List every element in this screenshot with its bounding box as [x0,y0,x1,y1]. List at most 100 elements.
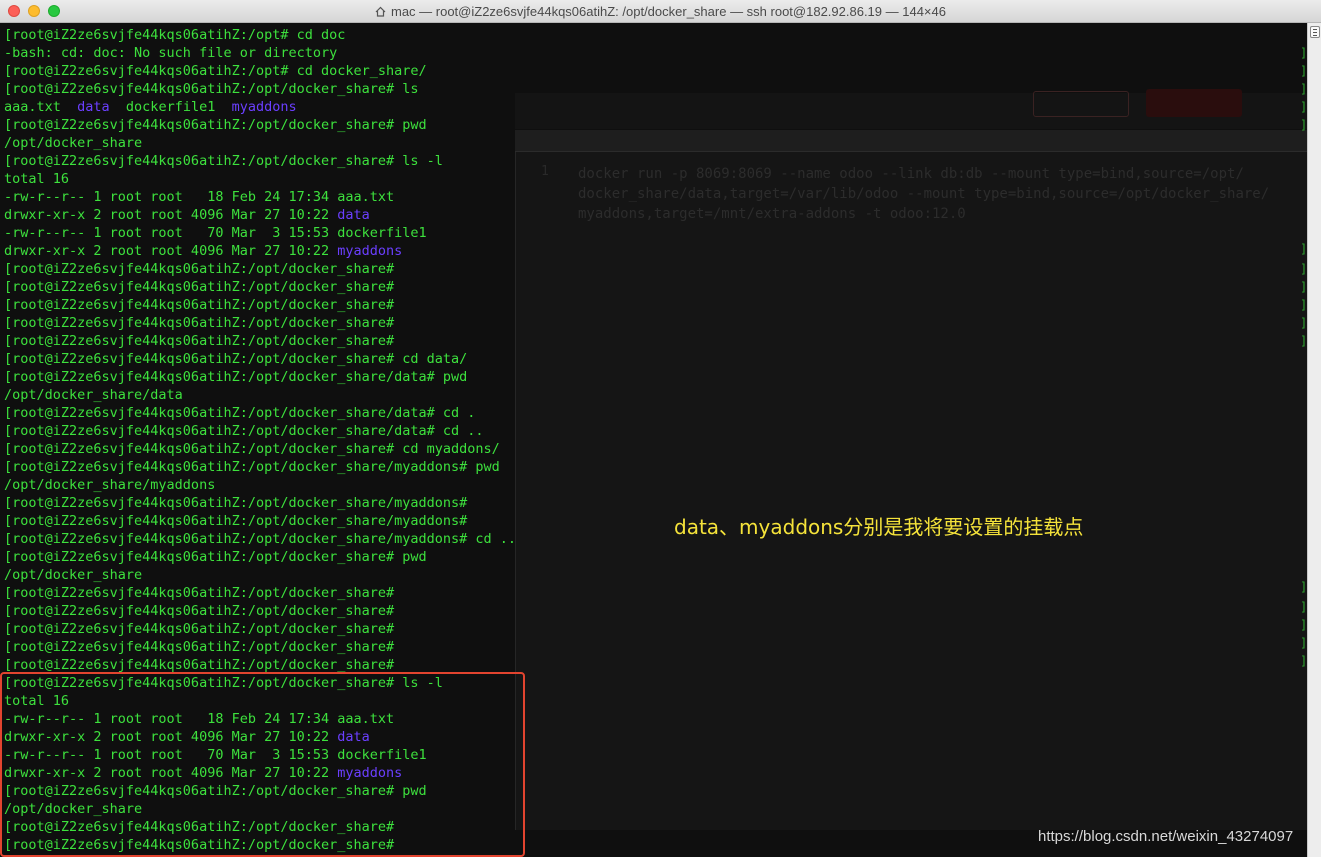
terminal-line: [root@iZ2ze6svjfe44kqs06atihZ:/opt/docke… [4,368,516,386]
right-edge-marker: ] [1300,46,1307,60]
right-edge-marker: ] [1300,82,1307,96]
terminal-line: [root@iZ2ze6svjfe44kqs06atihZ:/opt/docke… [4,314,516,332]
terminal-text: drwxr-xr-x 2 root root 4096 Mar 27 10:22 [4,207,338,223]
background-editor-panel [515,130,1307,830]
right-edge-marker: ] [1300,242,1307,256]
terminal-text: [root@iZ2ze6svjfe44kqs06atihZ:/opt/docke… [4,153,443,169]
terminal-text: [root@iZ2ze6svjfe44kqs06atihZ:/opt/docke… [4,513,468,529]
terminal-text: [root@iZ2ze6svjfe44kqs06atihZ:/opt/docke… [4,621,395,637]
terminal-line: [root@iZ2ze6svjfe44kqs06atihZ:/opt/docke… [4,422,516,440]
mount-point-annotation: data、myaddons分别是我将要设置的挂载点 [674,515,1084,539]
terminal-text: [root@iZ2ze6svjfe44kqs06atihZ:/opt/docke… [4,117,427,133]
right-edge-marker: ] [1300,280,1307,294]
terminal-text: [root@iZ2ze6svjfe44kqs06atihZ:/opt/docke… [4,531,517,547]
terminal-line: [root@iZ2ze6svjfe44kqs06atihZ:/opt/docke… [4,494,516,512]
right-edge-marker: ] [1300,118,1307,132]
terminal-text: [root@iZ2ze6svjfe44kqs06atihZ:/opt/docke… [4,423,484,439]
terminal-line: -bash: cd: doc: No such file or director… [4,44,516,62]
window-controls [8,5,60,17]
csdn-watermark: https://blog.csdn.net/weixin_43274097 [1038,828,1294,845]
right-edge-marker: ] [1300,636,1307,650]
highlight-box [0,672,525,857]
right-edge-marker: ] [1300,580,1307,594]
terminal-line: [root@iZ2ze6svjfe44kqs06atihZ:/opt# cd d… [4,62,516,80]
terminal-line: -rw-r--r-- 1 root root 70 Mar 3 15:53 do… [4,224,516,242]
terminal-text: /opt/docker_share/data [4,387,183,403]
terminal-line: [root@iZ2ze6svjfe44kqs06atihZ:/opt/docke… [4,350,516,368]
terminal-line: /opt/docker_share/data [4,386,516,404]
directory-name: data [337,207,370,223]
terminal-line: total 16 [4,170,516,188]
minimize-window-button[interactable] [28,5,40,17]
terminal-text: [root@iZ2ze6svjfe44kqs06atihZ:/opt/docke… [4,279,395,295]
terminal-line: [root@iZ2ze6svjfe44kqs06atihZ:/opt/docke… [4,260,516,278]
terminal-text: aaa.txt [4,99,78,115]
right-edge-marker: ] [1300,334,1307,348]
terminal-line: [root@iZ2ze6svjfe44kqs06atihZ:/opt/docke… [4,278,516,296]
terminal-text: [root@iZ2ze6svjfe44kqs06atihZ:/opt/docke… [4,351,468,367]
terminal-text: [root@iZ2ze6svjfe44kqs06atihZ:/opt/docke… [4,603,395,619]
directory-name: myaddons [231,99,297,115]
right-edge-marker: ] [1300,64,1307,78]
terminal-text: [root@iZ2ze6svjfe44kqs06atihZ:/opt/docke… [4,369,468,385]
right-edge-marker: ] [1300,262,1307,276]
terminal-line: drwxr-xr-x 2 root root 4096 Mar 27 10:22… [4,206,516,224]
terminal-line: -rw-r--r-- 1 root root 18 Feb 24 17:34 a… [4,188,516,206]
terminal-text: [root@iZ2ze6svjfe44kqs06atihZ:/opt/docke… [4,81,419,97]
terminal-line: [root@iZ2ze6svjfe44kqs06atihZ:/opt/docke… [4,116,516,134]
terminal-line: [root@iZ2ze6svjfe44kqs06atihZ:/opt/docke… [4,296,516,314]
terminal-line: [root@iZ2ze6svjfe44kqs06atihZ:/opt/docke… [4,332,516,350]
terminal-line: [root@iZ2ze6svjfe44kqs06atihZ:/opt/docke… [4,602,516,620]
terminal-text: [root@iZ2ze6svjfe44kqs06atihZ:/opt/docke… [4,261,395,277]
terminal-line: [root@iZ2ze6svjfe44kqs06atihZ:/opt/docke… [4,512,516,530]
terminal-text: [root@iZ2ze6svjfe44kqs06atihZ:/opt# cd d… [4,27,346,43]
terminal-text: drwxr-xr-x 2 root root 4096 Mar 27 10:22 [4,243,338,259]
right-edge-marker: ] [1300,298,1307,312]
terminal-text: [root@iZ2ze6svjfe44kqs06atihZ:/opt/docke… [4,315,395,331]
terminal-text: [root@iZ2ze6svjfe44kqs06atihZ:/opt/docke… [4,459,500,475]
window-titlebar[interactable]: mac — root@iZ2ze6svjfe44kqs06atihZ: /opt… [0,0,1321,23]
terminal-text: [root@iZ2ze6svjfe44kqs06atihZ:/opt/docke… [4,639,395,655]
terminal-line: [root@iZ2ze6svjfe44kqs06atihZ:/opt/docke… [4,530,516,548]
terminal-line: [root@iZ2ze6svjfe44kqs06atihZ:/opt/docke… [4,80,516,98]
terminal-line: [root@iZ2ze6svjfe44kqs06atihZ:/opt/docke… [4,638,516,656]
terminal-line: [root@iZ2ze6svjfe44kqs06atihZ:/opt/docke… [4,620,516,638]
right-edge-marker: ] [1300,618,1307,632]
terminal-text: [root@iZ2ze6svjfe44kqs06atihZ:/opt/docke… [4,495,468,511]
terminal-text: dockerfile1 [109,99,232,115]
terminal-line: drwxr-xr-x 2 root root 4096 Mar 27 10:22… [4,242,516,260]
terminal-text: /opt/docker_share [4,567,143,583]
directory-name: myaddons [337,243,403,259]
right-edge-marker: ] [1300,100,1307,114]
window-title: mac — root@iZ2ze6svjfe44kqs06atihZ: /opt… [390,3,946,19]
terminal-scrollbar[interactable] [1307,23,1321,857]
right-edge-marker: ] [1300,316,1307,330]
close-window-button[interactable] [8,5,20,17]
terminal-text: /opt/docker_share [4,135,143,151]
terminal-line: [root@iZ2ze6svjfe44kqs06atihZ:/opt/docke… [4,440,516,458]
background-editor-line-number: 1 [541,164,549,179]
terminal-text: -bash: cd: doc: No such file or director… [4,45,338,61]
zoom-window-button[interactable] [48,5,60,17]
terminal-text: [root@iZ2ze6svjfe44kqs06atihZ:/opt# cd d… [4,63,427,79]
terminal-text: /opt/docker_share/myaddons [4,477,216,493]
terminal-line: /opt/docker_share [4,566,516,584]
terminal-text: [root@iZ2ze6svjfe44kqs06atihZ:/opt/docke… [4,441,500,457]
background-editor-code: docker run -p 8069:8069 --name odoo --li… [578,166,1270,222]
terminal-line: [root@iZ2ze6svjfe44kqs06atihZ:/opt/docke… [4,404,516,422]
window-title-group: mac — root@iZ2ze6svjfe44kqs06atihZ: /opt… [375,4,946,19]
home-folder-icon [375,6,386,17]
terminal-text: [root@iZ2ze6svjfe44kqs06atihZ:/opt/docke… [4,333,395,349]
terminal-text: -rw-r--r-- 1 root root 18 Feb 24 17:34 a… [4,189,395,205]
background-filled-button [1146,89,1242,117]
background-editor-tabbar [515,130,1307,152]
terminal-text: [root@iZ2ze6svjfe44kqs06atihZ:/opt/docke… [4,297,395,313]
terminal-text: [root@iZ2ze6svjfe44kqs06atihZ:/opt/docke… [4,405,476,421]
terminal-line: aaa.txt data dockerfile1 myaddons [4,98,516,116]
terminal-text: total 16 [4,171,70,187]
terminal-line: [root@iZ2ze6svjfe44kqs06atihZ:/opt/docke… [4,584,516,602]
terminal-text: [root@iZ2ze6svjfe44kqs06atihZ:/opt/docke… [4,549,427,565]
scroll-menu-icon[interactable] [1310,26,1320,38]
terminal-line: [root@iZ2ze6svjfe44kqs06atihZ:/opt/docke… [4,548,516,566]
right-edge-marker: ] [1300,654,1307,668]
